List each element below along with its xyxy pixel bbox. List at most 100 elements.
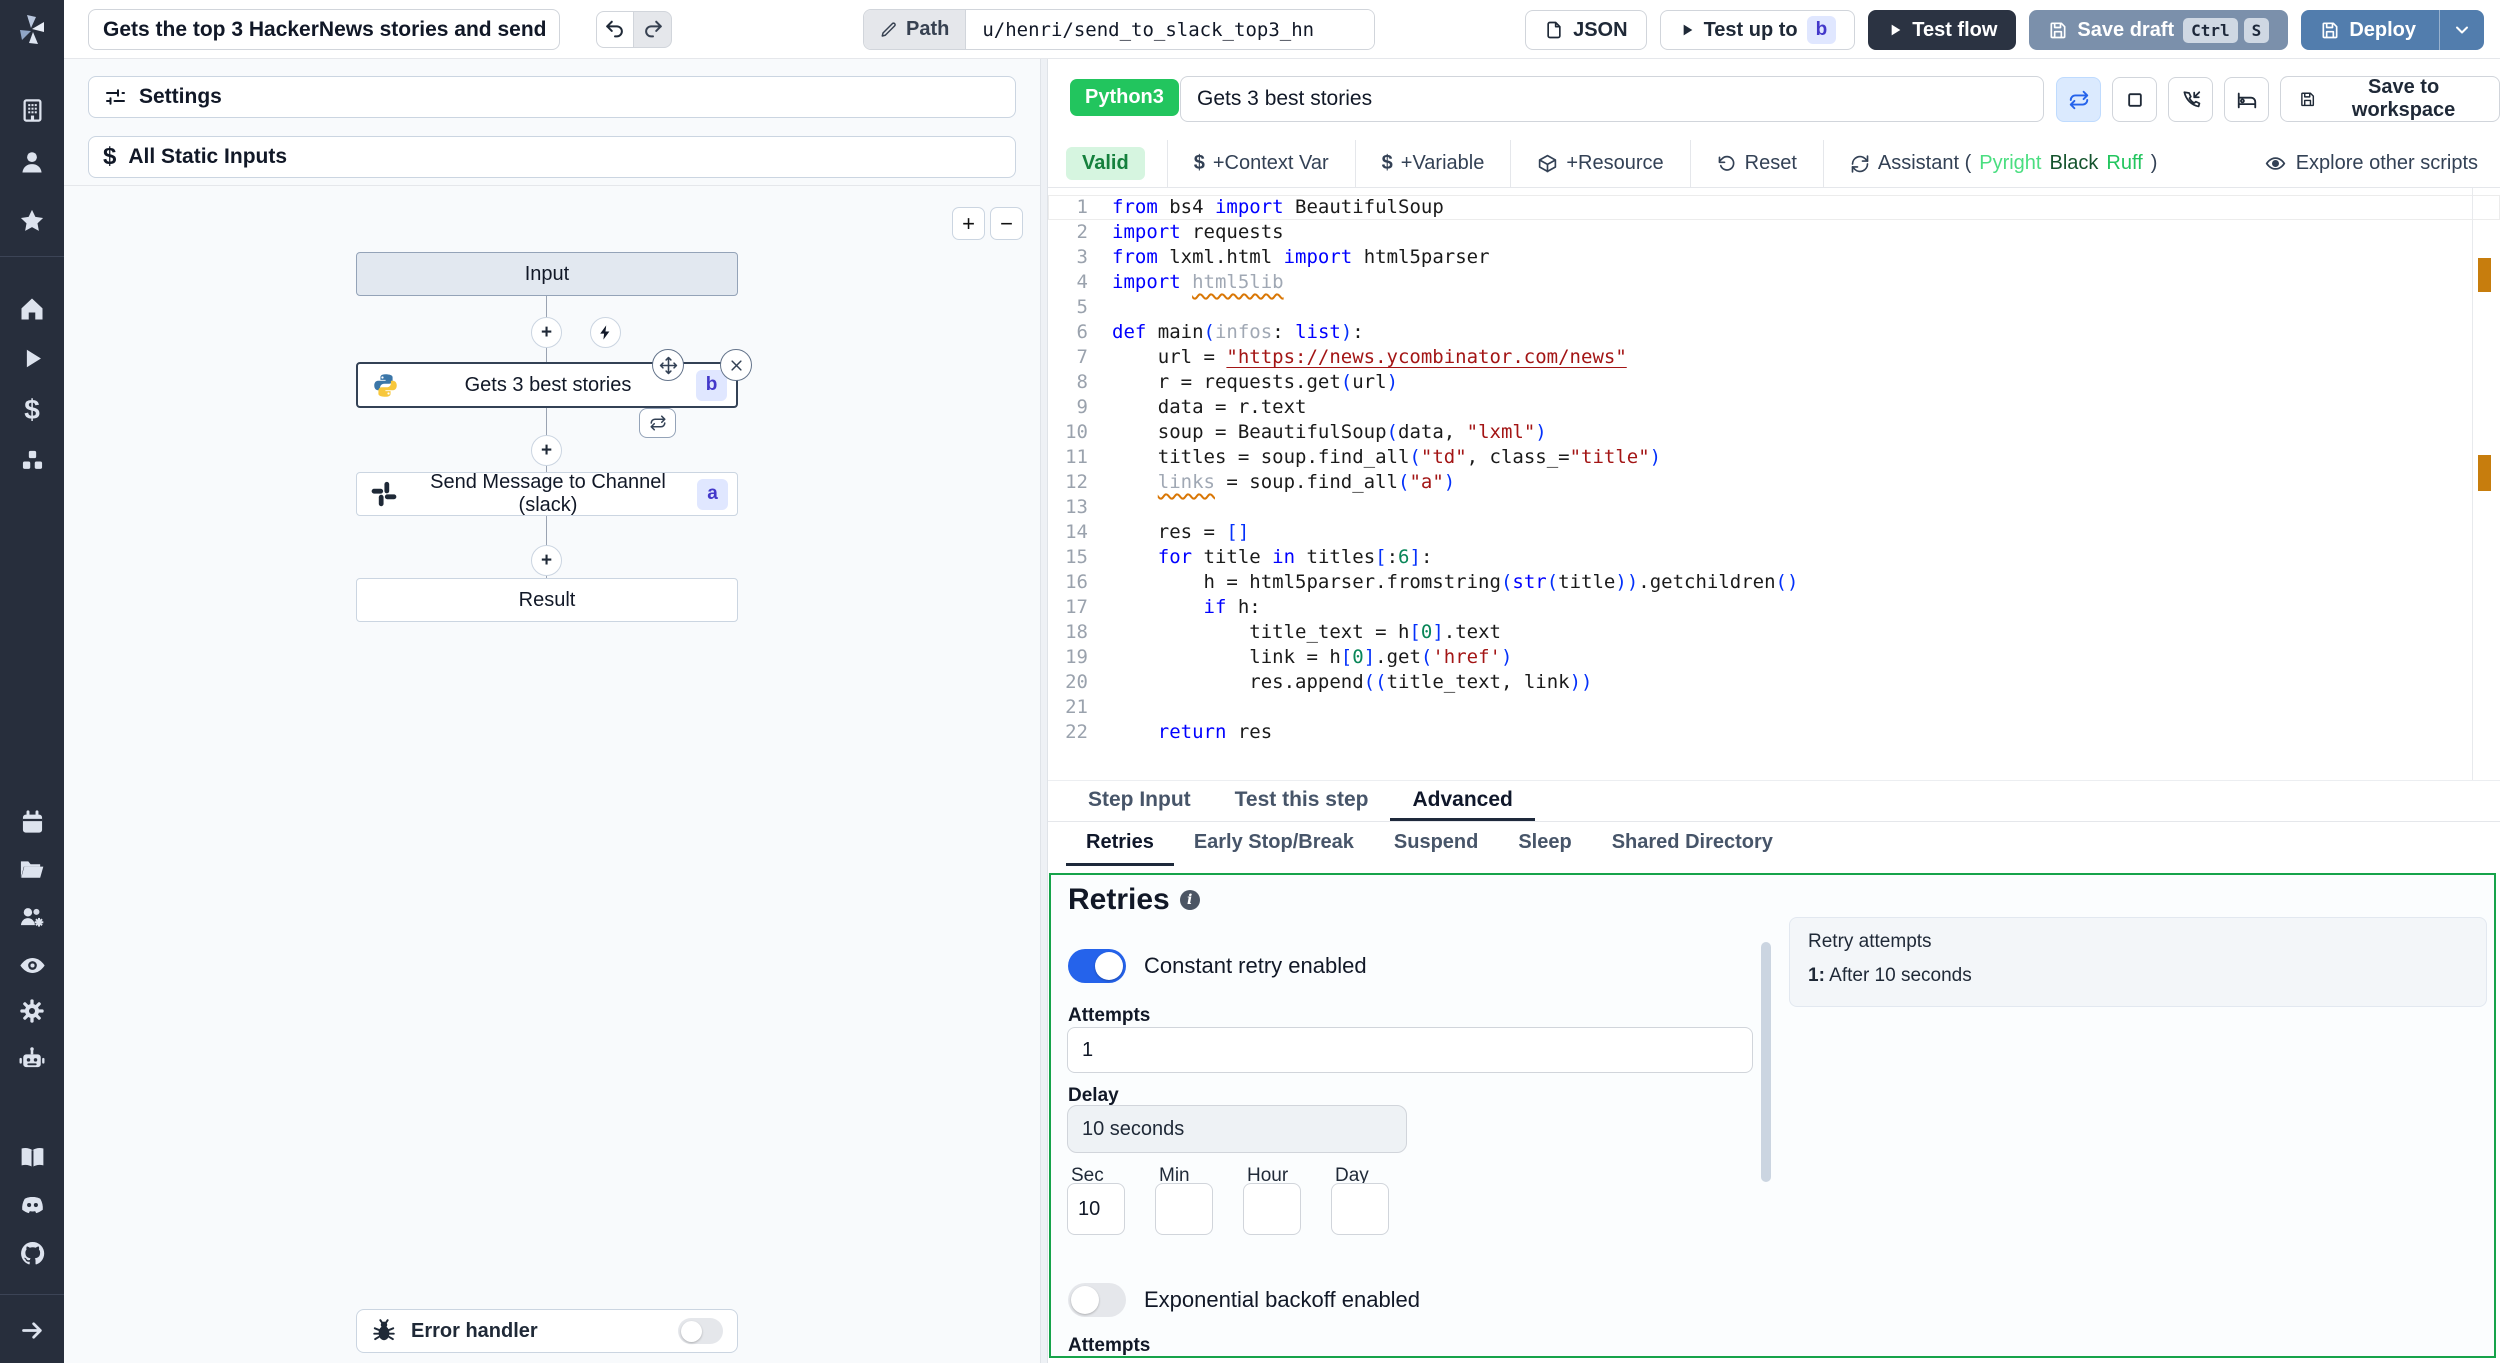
- subtab-shared-directory[interactable]: Shared Directory: [1592, 822, 1793, 866]
- loop-step-button[interactable]: [639, 408, 676, 438]
- undo-button[interactable]: [596, 11, 634, 48]
- error-handler-toggle[interactable]: [678, 1318, 723, 1344]
- sidebar-item-github[interactable]: [0, 1231, 64, 1275]
- code-line[interactable]: 4 import html5lib: [1048, 270, 2500, 295]
- language-badge: Python3: [1070, 79, 1179, 116]
- sec-input[interactable]: [1067, 1183, 1125, 1235]
- sidebar-item-favorites[interactable]: [0, 199, 64, 243]
- explore-scripts-button[interactable]: Explore other scripts: [2265, 152, 2500, 175]
- code-line[interactable]: 9 data = r.text: [1048, 395, 2500, 420]
- code-line[interactable]: 17 if h:: [1048, 595, 2500, 620]
- code-line[interactable]: 15 for title in titles[:6]:: [1048, 545, 2500, 570]
- add-resource-button[interactable]: +Resource: [1510, 139, 1689, 188]
- sidebar-item-resources[interactable]: [0, 439, 64, 483]
- subtab-suspend[interactable]: Suspend: [1374, 822, 1498, 866]
- test-flow-button[interactable]: Test flow: [1868, 10, 2017, 50]
- subtab-early-stop[interactable]: Early Stop/Break: [1174, 822, 1374, 866]
- delay-input[interactable]: [1067, 1105, 1407, 1153]
- info-icon[interactable]: i: [1179, 890, 1200, 910]
- subtab-sleep[interactable]: Sleep: [1498, 822, 1591, 866]
- sidebar-item-variables[interactable]: $: [0, 388, 64, 432]
- code-line[interactable]: 22 return res: [1048, 720, 2500, 745]
- code-line[interactable]: 3 from lxml.html import html5parser: [1048, 245, 2500, 270]
- save-draft-button[interactable]: Save draft Ctrl S: [2029, 10, 2289, 50]
- suspend-button[interactable]: [2168, 77, 2213, 122]
- sidebar-expand-button[interactable]: [0, 1308, 64, 1352]
- constant-retry-toggle[interactable]: [1068, 949, 1126, 983]
- code-line[interactable]: 7 url = "https://news.ycombinator.com/ne…: [1048, 345, 2500, 370]
- retries-shortcut-button[interactable]: [2056, 77, 2101, 122]
- deploy-button[interactable]: Deploy: [2301, 10, 2484, 50]
- day-input[interactable]: [1331, 1183, 1389, 1235]
- sidebar-item-discord[interactable]: [0, 1183, 64, 1227]
- code-line[interactable]: 19 link = h[0].get('href'): [1048, 645, 2500, 670]
- retries-scrollbar[interactable]: [1761, 942, 1771, 1182]
- min-input[interactable]: [1155, 1183, 1213, 1235]
- sidebar-item-docs[interactable]: [0, 1135, 64, 1179]
- code-line[interactable]: 12 links = soup.find_all("a"): [1048, 470, 2500, 495]
- flow-node-step-a[interactable]: Send Message to Channel (slack) a: [356, 471, 738, 516]
- code-line[interactable]: 11 titles = soup.find_all("td", class_="…: [1048, 445, 2500, 470]
- code-line[interactable]: 2 import requests: [1048, 220, 2500, 245]
- sidebar-item-home[interactable]: [0, 287, 64, 331]
- early-stop-button[interactable]: [2112, 77, 2157, 122]
- add-variable-button[interactable]: $ +Variable: [1354, 139, 1511, 188]
- flow-node-result[interactable]: Result: [356, 578, 738, 622]
- subtab-retries[interactable]: Retries: [1066, 822, 1174, 866]
- code-editor[interactable]: 1 from bs4 import BeautifulSoup 2 import re…: [1048, 188, 2500, 780]
- move-node-button[interactable]: [652, 349, 684, 381]
- code-line[interactable]: 21: [1048, 695, 2500, 720]
- reset-button[interactable]: Reset: [1689, 139, 1823, 188]
- json-button[interactable]: JSON: [1525, 10, 1647, 50]
- code-line[interactable]: 8 r = requests.get(url): [1048, 370, 2500, 395]
- tab-advanced[interactable]: Advanced: [1390, 781, 1535, 821]
- save-to-workspace-button[interactable]: Save to workspace: [2280, 76, 2500, 122]
- code-line[interactable]: 14 res = []: [1048, 520, 2500, 545]
- code-line[interactable]: 1 from bs4 import BeautifulSoup: [1048, 195, 2500, 220]
- test-up-to-button[interactable]: Test up to b: [1659, 10, 1856, 50]
- flow-title-input[interactable]: [88, 9, 560, 50]
- windmill-logo[interactable]: [0, 8, 64, 52]
- delete-node-button[interactable]: [720, 349, 752, 381]
- panel-resize-handle[interactable]: [1040, 59, 1048, 1363]
- code-line[interactable]: 13: [1048, 495, 2500, 520]
- deploy-dropdown-button[interactable]: [2439, 10, 2483, 50]
- sleep-button[interactable]: [2224, 77, 2269, 122]
- code-line[interactable]: 10 soup = BeautifulSoup(data, "lxml"): [1048, 420, 2500, 445]
- redo-button[interactable]: [634, 11, 672, 48]
- sidebar-item-runs[interactable]: [0, 336, 64, 380]
- sidebar-item-user[interactable]: [0, 140, 64, 184]
- sidebar-item-ai-assistant[interactable]: [0, 1037, 64, 1081]
- trigger-button[interactable]: [590, 317, 621, 348]
- error-handler[interactable]: Error handler: [356, 1309, 738, 1353]
- zoom-in-button[interactable]: +: [952, 207, 985, 240]
- sidebar-item-schedules[interactable]: [0, 800, 64, 844]
- flow-settings-button[interactable]: Settings: [88, 76, 1016, 118]
- sidebar-item-folders[interactable]: [0, 847, 64, 891]
- hour-input[interactable]: [1243, 1183, 1301, 1235]
- sidebar-item-settings[interactable]: [0, 989, 64, 1033]
- sidebar-item-workspace[interactable]: [0, 88, 64, 132]
- sidebar-item-audit-logs[interactable]: [0, 943, 64, 987]
- exponential-backoff-toggle[interactable]: [1068, 1283, 1126, 1317]
- code-line[interactable]: 20 res.append((title_text, link)): [1048, 670, 2500, 695]
- tab-test-this-step[interactable]: Test this step: [1213, 781, 1391, 821]
- sidebar-item-groups[interactable]: [0, 895, 64, 939]
- code-line[interactable]: 5: [1048, 295, 2500, 320]
- flow-node-input[interactable]: Input: [356, 252, 738, 296]
- path-input[interactable]: [966, 10, 1375, 49]
- add-step-button[interactable]: +: [531, 545, 562, 576]
- add-step-button[interactable]: +: [531, 317, 562, 348]
- step-title-input[interactable]: [1180, 76, 2044, 122]
- attempts-input[interactable]: [1067, 1027, 1753, 1073]
- add-step-button[interactable]: +: [531, 435, 562, 466]
- add-context-var-button[interactable]: $ +Context Var: [1166, 139, 1355, 188]
- assistant-button[interactable]: Assistant (Pyright Black Ruff): [1822, 139, 2184, 188]
- path-edit-button[interactable]: Path: [864, 10, 967, 49]
- zoom-out-button[interactable]: −: [990, 207, 1023, 240]
- code-line[interactable]: 16 h = html5parser.fromstring(str(title)…: [1048, 570, 2500, 595]
- tab-step-input[interactable]: Step Input: [1066, 781, 1213, 821]
- code-line[interactable]: 18 title_text = h[0].text: [1048, 620, 2500, 645]
- flow-static-inputs-button[interactable]: $ All Static Inputs: [88, 136, 1016, 178]
- code-line[interactable]: 6 def main(infos: list):: [1048, 320, 2500, 345]
